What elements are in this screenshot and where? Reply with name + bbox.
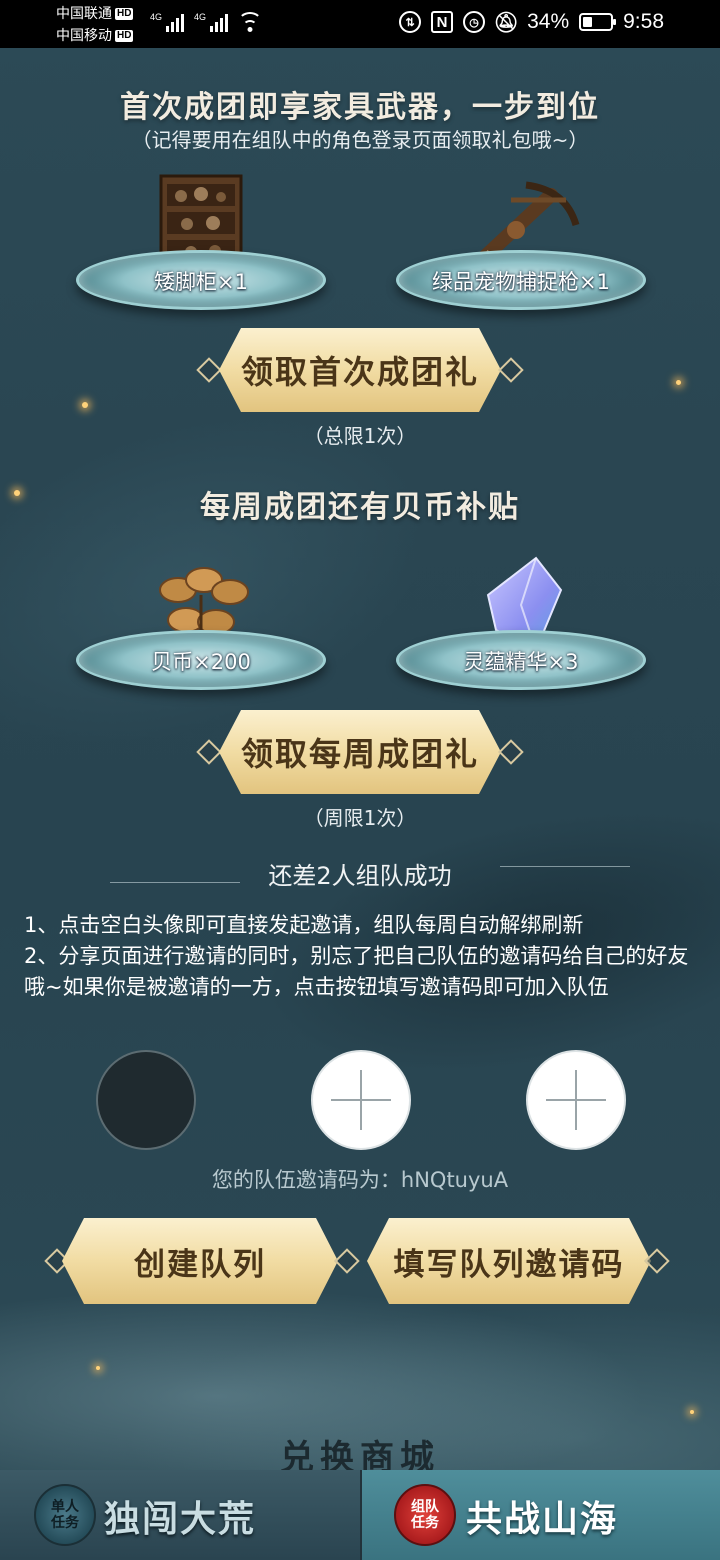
claim-weekly-team-gift-label: 领取每周成团礼 bbox=[219, 710, 501, 794]
firefly-sparkle bbox=[96, 1366, 100, 1370]
rule-2: 2、分享页面进行邀请的同时，别忘了把自己队伍的邀请码给自己的好友哦~如果你是被邀… bbox=[24, 944, 689, 999]
team-quest-badge: 组队 任务 bbox=[394, 1484, 456, 1546]
mute-icon: 🔕︎ bbox=[493, 11, 519, 34]
tab-solo-quest-label: 独闯大荒 bbox=[104, 1498, 257, 1540]
first-team-title: 首次成团即享家具武器，一步到位 bbox=[120, 90, 600, 125]
reward-label: 绿品宠物捕捉枪×1 bbox=[432, 270, 610, 294]
diamond-ornament bbox=[498, 357, 524, 383]
battery-percent: 34% bbox=[527, 10, 570, 33]
diamond-ornament bbox=[196, 357, 222, 383]
team-invite-code: 您的队伍邀请码为：hNQtuyuA bbox=[211, 1168, 509, 1192]
reward-label: 灵蕴精华×3 bbox=[463, 650, 579, 674]
reward-label: 贝币×200 bbox=[151, 650, 251, 674]
tab-team-quest[interactable]: 组队 任务 共战山海 bbox=[360, 1470, 720, 1560]
tab-solo-quest[interactable]: 单人 任务 独闯大荒 bbox=[0, 1470, 360, 1560]
team-member-avatar bbox=[96, 1050, 196, 1150]
reward-capture-gun: 绿品宠物捕捉枪×1 bbox=[396, 150, 646, 310]
diamond-ornament bbox=[644, 1248, 670, 1274]
team-rules: 1、点击空白头像即可直接发起邀请，组队每周自动解绑刷新 2、分享页面进行邀请的同… bbox=[24, 910, 704, 1003]
reward-cabinet: 矮脚柜×1 bbox=[76, 150, 326, 310]
create-team-button[interactable]: 创建队列 bbox=[44, 1218, 360, 1304]
firefly-sparkle bbox=[690, 1410, 694, 1414]
solo-quest-badge: 单人 任务 bbox=[34, 1484, 96, 1546]
weekly-team-title: 每周成团还有贝币补贴 bbox=[200, 490, 520, 525]
firefly-sparkle bbox=[82, 402, 88, 408]
signal-icon: 4G bbox=[150, 12, 185, 32]
wifi-icon bbox=[238, 12, 263, 32]
bottom-nav: 单人 任务 独闯大荒 组队 任务 共战山海 bbox=[0, 1470, 720, 1560]
create-team-label: 创建队列 bbox=[62, 1218, 338, 1304]
signal-indicators: 4G 4G bbox=[150, 12, 263, 32]
carrier-2: 中国移动 HD bbox=[56, 27, 134, 43]
nfc-icon: N bbox=[431, 11, 454, 33]
carrier-1: 中国联通 HD bbox=[56, 5, 134, 21]
claim-weekly-team-gift-button[interactable]: 领取每周成团礼 bbox=[196, 710, 524, 794]
first-team-limit: （总限1次） bbox=[303, 424, 417, 448]
diamond-ornament bbox=[498, 739, 524, 765]
diamond-ornament bbox=[196, 739, 222, 765]
invite-member-slot[interactable] bbox=[311, 1050, 411, 1150]
invite-member-slot[interactable] bbox=[526, 1050, 626, 1150]
tab-team-quest-label: 共战山海 bbox=[466, 1498, 619, 1540]
reward-shell-coins: 贝币×200 bbox=[76, 530, 326, 690]
reward-label: 矮脚柜×1 bbox=[154, 270, 248, 294]
first-team-subtitle: （记得要用在组队中的角色登录页面领取礼包哦~） bbox=[131, 128, 589, 152]
enter-invite-code-label: 填写队列邀请码 bbox=[367, 1218, 651, 1304]
claim-first-team-gift-button[interactable]: 领取首次成团礼 bbox=[196, 328, 524, 412]
weekly-team-limit: （周限1次） bbox=[303, 806, 417, 830]
data-saver-icon: ⇅ bbox=[399, 11, 422, 33]
team-status: 还差2人组队成功 bbox=[268, 862, 452, 890]
alarm-icon: ◷ bbox=[463, 11, 486, 33]
status-bar: 中国联通 HD 中国移动 HD 4G 4G ⇅ N ◷ 🔕︎ 34% 9:58 bbox=[0, 0, 720, 48]
claim-first-team-gift-label: 领取首次成团礼 bbox=[219, 328, 501, 412]
firefly-sparkle bbox=[676, 380, 681, 385]
rule-1: 1、点击空白头像即可直接发起邀请，组队每周自动解绑刷新 bbox=[24, 913, 584, 937]
battery-icon bbox=[579, 13, 617, 31]
signal-icon: 4G bbox=[194, 12, 229, 32]
enter-invite-code-button[interactable]: 填写队列邀请码 bbox=[352, 1218, 670, 1304]
status-right: ⇅ N ◷ 🔕︎ 34% 9:58 bbox=[399, 10, 664, 34]
reward-spirit-essence: 灵蕴精华×3 bbox=[396, 530, 646, 690]
clock: 9:58 bbox=[623, 10, 664, 33]
